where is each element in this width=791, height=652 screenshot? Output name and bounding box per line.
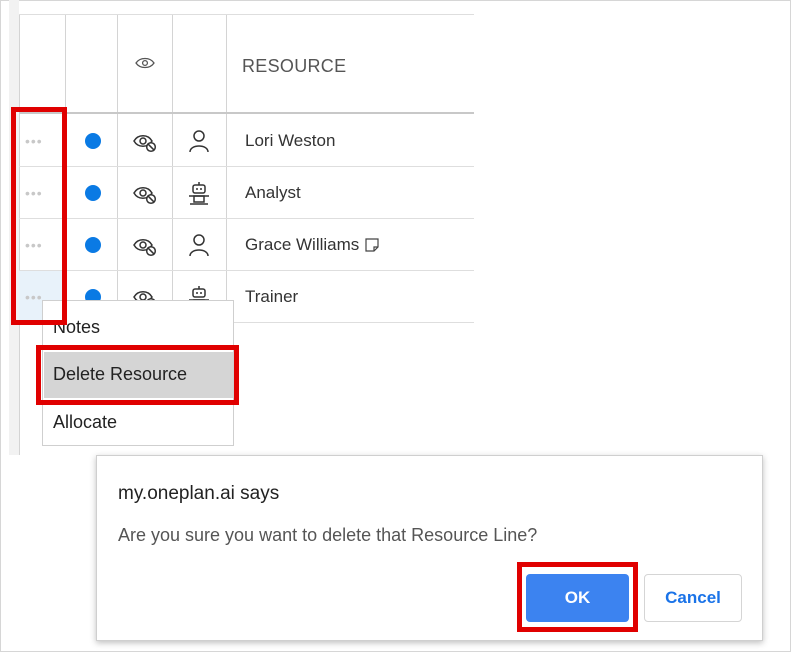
person-icon [189, 130, 209, 153]
resource-name[interactable]: Trainer [245, 287, 298, 307]
eye-slash-icon[interactable] [132, 131, 158, 153]
confirm-dialog: my.oneplan.ai says Are you sure you want… [96, 455, 763, 641]
status-dot [85, 133, 101, 149]
resource-name[interactable]: Lori Weston [245, 131, 335, 151]
status-dot [85, 237, 101, 253]
grid-divider [19, 14, 474, 15]
table-row[interactable]: ••• Analyst [19, 167, 474, 219]
highlight-ellipsis-column [11, 107, 67, 325]
menu-item-allocate[interactable]: Allocate [53, 412, 117, 433]
resource-name-text: Grace Williams [245, 235, 360, 254]
highlight-delete-resource [36, 345, 239, 405]
table-row[interactable]: ••• Lori Weston [19, 115, 474, 167]
eye-slash-icon[interactable] [132, 235, 158, 257]
robot-icon [189, 182, 209, 205]
highlight-ok-button [517, 562, 638, 632]
note-icon[interactable] [365, 238, 379, 252]
dialog-message: Are you sure you want to delete that Res… [118, 525, 538, 545]
grid-header-divider [19, 112, 474, 114]
cancel-button[interactable]: Cancel [644, 574, 742, 622]
eye-slash-icon[interactable] [132, 183, 158, 205]
resource-name[interactable]: Analyst [245, 183, 301, 203]
status-dot [85, 185, 101, 201]
dialog-title: my.oneplan.ai says [118, 483, 280, 504]
person-icon [189, 234, 209, 257]
resource-column-header[interactable]: RESOURCE [242, 56, 346, 77]
eye-icon[interactable] [135, 56, 155, 70]
resource-name[interactable]: Grace Williams [245, 235, 379, 255]
table-row[interactable]: ••• Grace Williams [19, 219, 474, 271]
